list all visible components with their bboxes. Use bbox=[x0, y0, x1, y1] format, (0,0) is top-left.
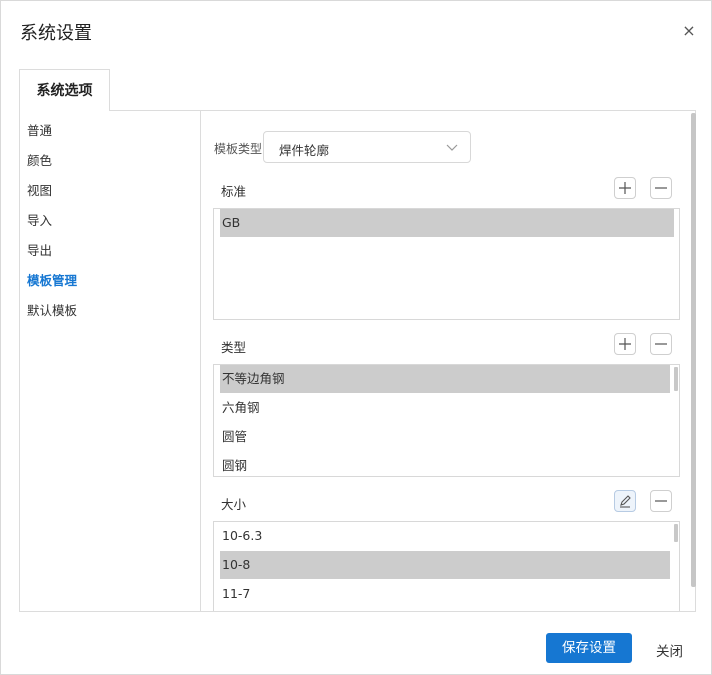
minus-icon bbox=[655, 500, 667, 502]
list-item[interactable]: 不等边角钢 bbox=[220, 365, 670, 393]
sidebar: 普通 颜色 视图 导入 导出 模板管理 默认模板 bbox=[20, 111, 201, 611]
settings-panel: 普通 颜色 视图 导入 导出 模板管理 默认模板 模板类型: 焊件轮廓 标准 G… bbox=[19, 110, 696, 612]
category-label: 类型 bbox=[221, 340, 247, 355]
panel-scrollbar[interactable] bbox=[691, 113, 696, 587]
category-add-button[interactable] bbox=[614, 333, 636, 355]
list-item[interactable]: 圆管 bbox=[220, 423, 670, 451]
template-management-content: 模板类型: 焊件轮廓 标准 GB 类型 不等边角钢 六角钢 圆管 圆钢 大小 1… bbox=[202, 111, 697, 611]
list-item[interactable]: GB bbox=[220, 209, 674, 237]
category-scrollbar[interactable] bbox=[674, 367, 678, 391]
minus-icon bbox=[655, 187, 667, 189]
sidebar-item-view[interactable]: 视图 bbox=[27, 180, 52, 199]
sidebar-item-template-management[interactable]: 模板管理 bbox=[27, 270, 77, 289]
list-item[interactable]: 圆钢 bbox=[220, 452, 670, 476]
sidebar-item-general[interactable]: 普通 bbox=[27, 120, 52, 139]
edit-icon bbox=[620, 495, 631, 508]
standard-add-button[interactable] bbox=[614, 177, 636, 199]
category-list: 不等边角钢 六角钢 圆管 圆钢 bbox=[213, 364, 680, 477]
standard-label: 标准 bbox=[221, 184, 247, 199]
size-label: 大小 bbox=[221, 497, 247, 512]
standard-remove-button[interactable] bbox=[650, 177, 672, 199]
tab-system-options[interactable]: 系统选项 bbox=[19, 69, 110, 111]
standard-list: GB bbox=[213, 208, 680, 320]
sidebar-item-export[interactable]: 导出 bbox=[27, 240, 52, 259]
template-type-label: 模板类型: bbox=[214, 142, 267, 156]
plus-icon bbox=[619, 338, 631, 350]
template-type-value: 焊件轮廓 bbox=[279, 143, 330, 158]
size-list: 10-6.3 10-8 11-7 bbox=[213, 521, 680, 611]
template-type-select[interactable]: 焊件轮廓 bbox=[263, 131, 471, 163]
list-item[interactable]: 11-7 bbox=[220, 580, 670, 608]
list-item[interactable]: 10-6.3 bbox=[220, 522, 670, 550]
close-button[interactable]: 关闭 bbox=[656, 640, 683, 660]
sidebar-item-import[interactable]: 导入 bbox=[27, 210, 52, 229]
size-remove-button[interactable] bbox=[650, 490, 672, 512]
category-remove-button[interactable] bbox=[650, 333, 672, 355]
sidebar-item-default-template[interactable]: 默认模板 bbox=[27, 300, 77, 319]
close-icon[interactable]: × bbox=[680, 22, 698, 40]
sidebar-item-color[interactable]: 颜色 bbox=[27, 150, 52, 169]
list-item[interactable]: 10-8 bbox=[220, 551, 670, 579]
size-edit-button[interactable] bbox=[614, 490, 636, 512]
settings-dialog: 系统设置 × 系统选项 普通 颜色 视图 导入 导出 模板管理 默认模板 模板类… bbox=[0, 0, 712, 675]
size-scrollbar[interactable] bbox=[674, 524, 678, 542]
chevron-down-icon bbox=[446, 144, 458, 151]
minus-icon bbox=[655, 343, 667, 345]
plus-icon bbox=[619, 182, 631, 194]
dialog-title: 系统设置 bbox=[20, 23, 92, 44]
list-item[interactable]: 六角钢 bbox=[220, 394, 670, 422]
save-button[interactable]: 保存设置 bbox=[546, 633, 632, 663]
